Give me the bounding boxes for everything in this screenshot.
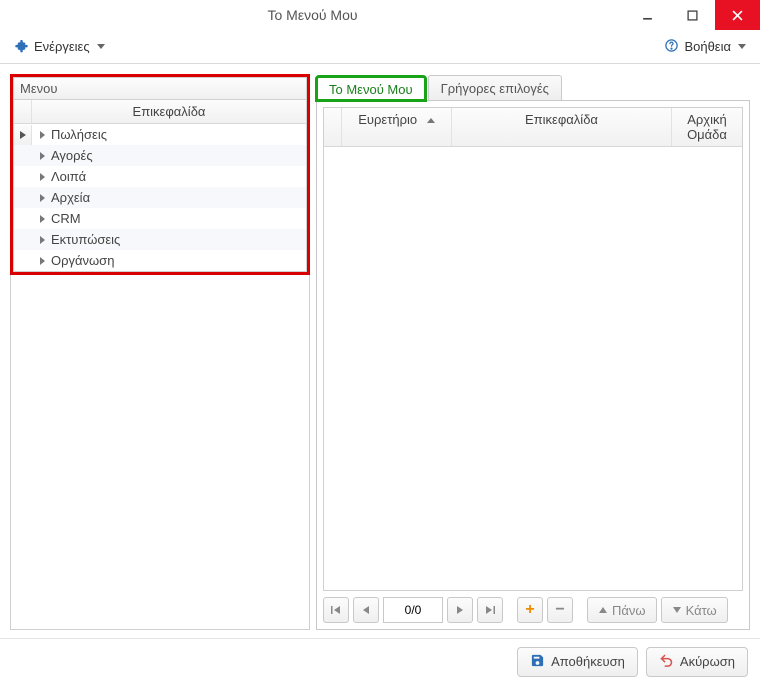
- col-group-header[interactable]: Αρχική Ομάδα: [672, 108, 742, 146]
- prev-button[interactable]: [353, 597, 379, 623]
- expand-icon[interactable]: [40, 236, 45, 244]
- tab-label: Γρήγορες επιλογές: [441, 81, 549, 96]
- save-button[interactable]: Αποθήκευση: [517, 647, 638, 677]
- move-down-label: Κάτω: [686, 603, 717, 618]
- cancel-label: Ακύρωση: [680, 654, 735, 669]
- tree-label: Εκτυπώσεις: [51, 232, 120, 247]
- cancel-button[interactable]: Ακύρωση: [646, 647, 748, 677]
- puzzle-icon: [14, 38, 29, 56]
- col-header-header[interactable]: Επικεφαλίδα: [452, 108, 672, 146]
- move-down-button[interactable]: Κάτω: [661, 597, 728, 623]
- minimize-button[interactable]: [625, 0, 670, 30]
- expand-icon[interactable]: [40, 194, 45, 202]
- plus-icon: +: [525, 601, 534, 619]
- remove-button[interactable]: −: [547, 597, 573, 623]
- menu-tree-box: Μενου Επικεφαλίδα Πωλήσεις Αγορές: [10, 74, 310, 275]
- help-dropdown[interactable]: Βοήθεια: [658, 34, 752, 60]
- undo-icon: [659, 653, 674, 671]
- save-label: Αποθήκευση: [551, 654, 625, 669]
- tab-quick-options[interactable]: Γρήγορες επιλογές: [428, 75, 562, 100]
- minus-icon: −: [555, 601, 564, 619]
- toolbar: Ενέργειες Βοήθεια: [0, 30, 760, 64]
- window-title: Το Μενού Μου: [0, 7, 625, 23]
- help-icon: [664, 38, 679, 56]
- help-label: Βοήθεια: [684, 39, 731, 54]
- footer: Αποθήκευση Ακύρωση: [0, 638, 760, 684]
- tree-label: Λοιπά: [51, 169, 86, 184]
- tab-my-menu[interactable]: Το Μενού Μου: [316, 76, 426, 101]
- tree-label: Αρχεία: [51, 190, 90, 205]
- tree-row[interactable]: CRM: [14, 208, 306, 229]
- tab-content: Ευρετήριο Επικεφαλίδα Αρχική Ομάδα + −: [316, 100, 750, 630]
- next-button[interactable]: [447, 597, 473, 623]
- maximize-button[interactable]: [670, 0, 715, 30]
- tree-row[interactable]: Αρχεία: [14, 187, 306, 208]
- tree-row[interactable]: Εκτυπώσεις: [14, 229, 306, 250]
- last-button[interactable]: [477, 597, 503, 623]
- menu-panel-label: Μενου: [13, 77, 307, 99]
- col-index-header[interactable]: Ευρετήριο: [342, 108, 452, 146]
- chevron-down-icon: [672, 605, 682, 615]
- expand-icon[interactable]: [40, 257, 45, 265]
- move-up-button[interactable]: Πάνω: [587, 597, 657, 623]
- actions-dropdown[interactable]: Ενέργειες: [8, 34, 111, 60]
- first-button[interactable]: [323, 597, 349, 623]
- tree-label: Αγορές: [51, 148, 93, 163]
- chevron-up-icon: [598, 605, 608, 615]
- sort-asc-icon: [427, 118, 435, 123]
- grid-body-empty: [324, 147, 742, 590]
- menu-tree-empty-area: [10, 275, 310, 630]
- current-row-indicator-icon: [14, 125, 32, 145]
- close-button[interactable]: [715, 0, 760, 30]
- tree-row[interactable]: Αγορές: [14, 145, 306, 166]
- tree-label: Πωλήσεις: [51, 127, 107, 142]
- titlebar: Το Μενού Μου: [0, 0, 760, 30]
- expand-icon[interactable]: [40, 173, 45, 181]
- right-grid: Ευρετήριο Επικεφαλίδα Αρχική Ομάδα: [323, 107, 743, 591]
- tabstrip: Το Μενού Μου Γρήγορες επιλογές: [316, 74, 750, 100]
- chevron-down-icon: [97, 44, 105, 49]
- expand-icon[interactable]: [40, 131, 45, 139]
- tree-label: CRM: [51, 211, 81, 226]
- actions-label: Ενέργειες: [34, 39, 90, 54]
- tree-row[interactable]: Πωλήσεις: [14, 124, 306, 145]
- tab-label: Το Μενού Μου: [329, 82, 413, 97]
- page-input[interactable]: [383, 597, 443, 623]
- save-icon: [530, 653, 545, 671]
- move-up-label: Πάνω: [612, 603, 646, 618]
- expand-icon[interactable]: [40, 215, 45, 223]
- row-indicator-header: [14, 100, 32, 123]
- menu-tree-grid: Επικεφαλίδα Πωλήσεις Αγορές Λοιπά: [13, 99, 307, 272]
- menu-column-header[interactable]: Επικεφαλίδα: [32, 100, 306, 123]
- chevron-down-icon: [738, 44, 746, 49]
- add-button[interactable]: +: [517, 597, 543, 623]
- row-indicator-header: [324, 108, 342, 146]
- right-panel: Το Μενού Μου Γρήγορες επιλογές Ευρετήριο…: [316, 74, 750, 630]
- navigator: + − Πάνω Κάτω: [323, 591, 743, 623]
- tree-label: Οργάνωση: [51, 253, 114, 268]
- left-panel: Μενου Επικεφαλίδα Πωλήσεις Αγορές: [10, 74, 310, 630]
- expand-icon[interactable]: [40, 152, 45, 160]
- tree-row[interactable]: Λοιπά: [14, 166, 306, 187]
- tree-row[interactable]: Οργάνωση: [14, 250, 306, 271]
